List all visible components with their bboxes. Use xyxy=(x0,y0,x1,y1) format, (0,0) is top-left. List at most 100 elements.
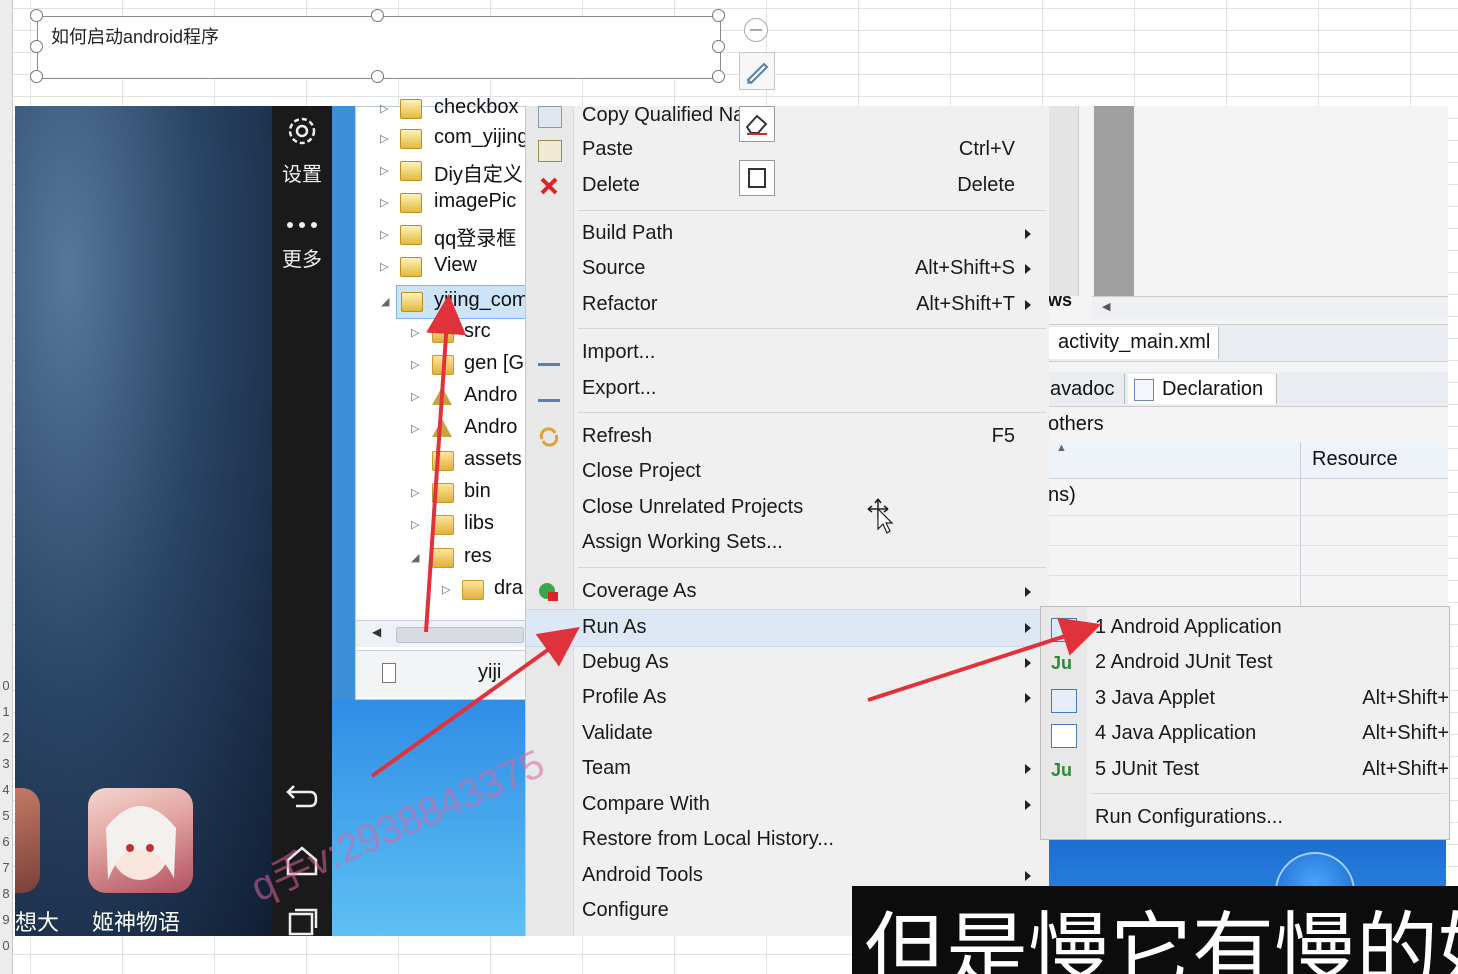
tab-activity-main[interactable]: activity_main.xml xyxy=(1048,327,1219,359)
more-icon[interactable] xyxy=(284,218,320,237)
submenu-item-android-junit-test[interactable]: Ju 2 Android JUnit Test xyxy=(1041,645,1449,681)
resize-handle[interactable] xyxy=(30,70,43,83)
tab-label: activity_main.xml xyxy=(1058,331,1211,353)
view-tab-bar: avadoc Declaration xyxy=(1048,372,1448,407)
caption-text: 但是慢它有慢的好 xyxy=(864,904,1458,974)
back-icon[interactable] xyxy=(284,778,320,817)
row-number: 1 xyxy=(2,704,10,719)
menu-item-export[interactable]: Export... xyxy=(526,371,1049,407)
row-number: 3 xyxy=(2,756,10,771)
menu-item-source[interactable]: Source Alt+Shift+S xyxy=(526,251,1049,287)
column-divider xyxy=(1300,442,1301,606)
menu-item-validate[interactable]: Validate xyxy=(526,716,1049,752)
menu-item-import[interactable]: Import... xyxy=(526,335,1049,371)
app-label: 想大 xyxy=(15,910,60,935)
scrollbar-thumb[interactable] xyxy=(396,627,524,643)
resize-handle[interactable] xyxy=(712,70,725,83)
app-icon[interactable] xyxy=(88,788,193,893)
submenu-item-android-application[interactable]: 1 Android Application xyxy=(1041,610,1449,646)
resize-handle[interactable] xyxy=(371,9,384,22)
sort-up-icon[interactable]: ▲ xyxy=(1056,442,1067,454)
app-label: 姬神物语 xyxy=(92,910,181,935)
menu-item-profile-as[interactable]: Profile As xyxy=(526,680,1049,716)
new-file-icon[interactable] xyxy=(382,663,396,683)
menu-item-close-project[interactable]: Close Project xyxy=(526,454,1049,490)
submenu-item-junit-test[interactable]: Ju 5 JUnit Test Alt+Shift+ xyxy=(1041,752,1449,788)
tab-javadoc[interactable]: avadoc xyxy=(1048,374,1125,404)
menu-item-team[interactable]: Team xyxy=(526,751,1049,787)
menu-item-close-unrelated-projects[interactable]: Close Unrelated Projects xyxy=(526,490,1049,526)
submenu-item-run-configurations[interactable]: Run Configurations... xyxy=(1041,800,1449,836)
collapse-icon[interactable] xyxy=(744,18,768,42)
tree-item-label: View xyxy=(434,254,477,276)
toolbar-strip xyxy=(1048,106,1079,296)
text-box-content[interactable]: 如何启动android程序 xyxy=(51,23,219,49)
resize-handle[interactable] xyxy=(30,40,43,53)
row-number: 0 xyxy=(2,678,10,693)
menu-item-copy-qualified-name[interactable]: Copy Qualified Name xyxy=(526,98,1049,134)
resize-handle[interactable] xyxy=(30,9,43,22)
tree-item-label: Andro xyxy=(464,416,518,438)
menu-item-paste[interactable]: Paste Ctrl+V xyxy=(526,132,1049,168)
row-number-column: 0 1 2 3 4 5 6 7 8 9 0 xyxy=(0,0,13,974)
horizontal-scrollbar[interactable]: ◀ xyxy=(356,620,526,647)
app-icon[interactable] xyxy=(15,788,40,893)
settings-label: 设置 xyxy=(282,164,322,186)
delete-icon xyxy=(538,176,560,196)
java-application-icon xyxy=(1051,724,1077,748)
tree-item-label: libs xyxy=(464,512,495,534)
row-number: 5 xyxy=(2,808,10,823)
scroll-left-icon[interactable]: ◀ xyxy=(372,625,381,639)
selected-item-label: yiji xyxy=(478,661,502,683)
submenu-arrow-icon xyxy=(1025,658,1031,668)
view-tab-label[interactable]: ws xyxy=(1048,290,1072,311)
submenu-item-java-application[interactable]: 4 Java Application Alt+Shift+ xyxy=(1041,716,1449,752)
menu-item-assign-working-sets[interactable]: Assign Working Sets... xyxy=(526,525,1049,561)
resize-handle[interactable] xyxy=(371,70,384,83)
submenu-arrow-icon xyxy=(1025,764,1031,774)
settings-icon[interactable] xyxy=(285,114,319,153)
others-label: others xyxy=(1048,413,1104,435)
menu-item-coverage-as[interactable]: Coverage As xyxy=(526,574,1049,610)
menu-item-debug-as[interactable]: Debug As xyxy=(526,645,1049,681)
submenu-arrow-icon xyxy=(1025,229,1031,239)
junit-icon: Ju xyxy=(1051,760,1073,780)
menu-item-refactor[interactable]: Refactor Alt+Shift+T xyxy=(526,287,1049,323)
menu-item-delete[interactable]: Delete Delete xyxy=(526,168,1049,204)
context-menu: Copy Qualified Name Paste Ctrl+V Delete … xyxy=(525,104,1049,936)
menu-item-run-as[interactable]: Run As xyxy=(526,609,1049,647)
tab-label: avadoc xyxy=(1050,378,1115,400)
android-application-icon xyxy=(1051,618,1077,642)
tree-item-label: res xyxy=(464,545,492,567)
eraser-icon[interactable] xyxy=(739,106,775,142)
scroll-left-icon[interactable]: ◀ xyxy=(1102,300,1110,313)
column-header-resource[interactable]: Resource xyxy=(1312,448,1398,471)
menu-item-refresh[interactable]: Refresh F5 xyxy=(526,419,1049,455)
tree-item-selected-project[interactable]: ◢ yijing_com xyxy=(381,285,530,319)
subtitle-caption: 但是慢它有慢的好 xyxy=(852,886,1458,974)
resize-handle[interactable] xyxy=(712,40,725,53)
export-icon xyxy=(538,379,560,402)
tab-declaration[interactable]: Declaration xyxy=(1128,374,1277,404)
recent-apps-icon[interactable] xyxy=(284,906,320,941)
menu-item-restore-from-local-history[interactable]: Restore from Local History... xyxy=(526,822,1049,858)
editor-gray-region xyxy=(1094,106,1134,296)
menu-item-compare-with[interactable]: Compare With xyxy=(526,787,1049,823)
tree-item-label: com_yijing xyxy=(434,126,529,148)
import-icon xyxy=(538,343,560,366)
refresh-icon xyxy=(538,427,560,447)
row-divider xyxy=(1048,545,1448,546)
row-divider xyxy=(1048,515,1448,516)
submenu-arrow-icon xyxy=(1025,623,1031,633)
horizontal-scrollbar[interactable]: ◀ xyxy=(1092,296,1448,319)
submenu-arrow-icon xyxy=(1025,300,1031,310)
pen-icon[interactable] xyxy=(739,52,775,90)
square-icon[interactable] xyxy=(739,160,775,196)
junit-icon: Ju xyxy=(1051,653,1073,673)
resize-handle[interactable] xyxy=(712,9,725,22)
tree-item-label: qq登录框 xyxy=(434,228,517,250)
menu-item-build-path[interactable]: Build Path xyxy=(526,216,1049,252)
submenu-item-java-applet[interactable]: 3 Java Applet Alt+Shift+ xyxy=(1041,681,1449,717)
row-number: 6 xyxy=(2,834,10,849)
row-divider xyxy=(1048,575,1448,576)
